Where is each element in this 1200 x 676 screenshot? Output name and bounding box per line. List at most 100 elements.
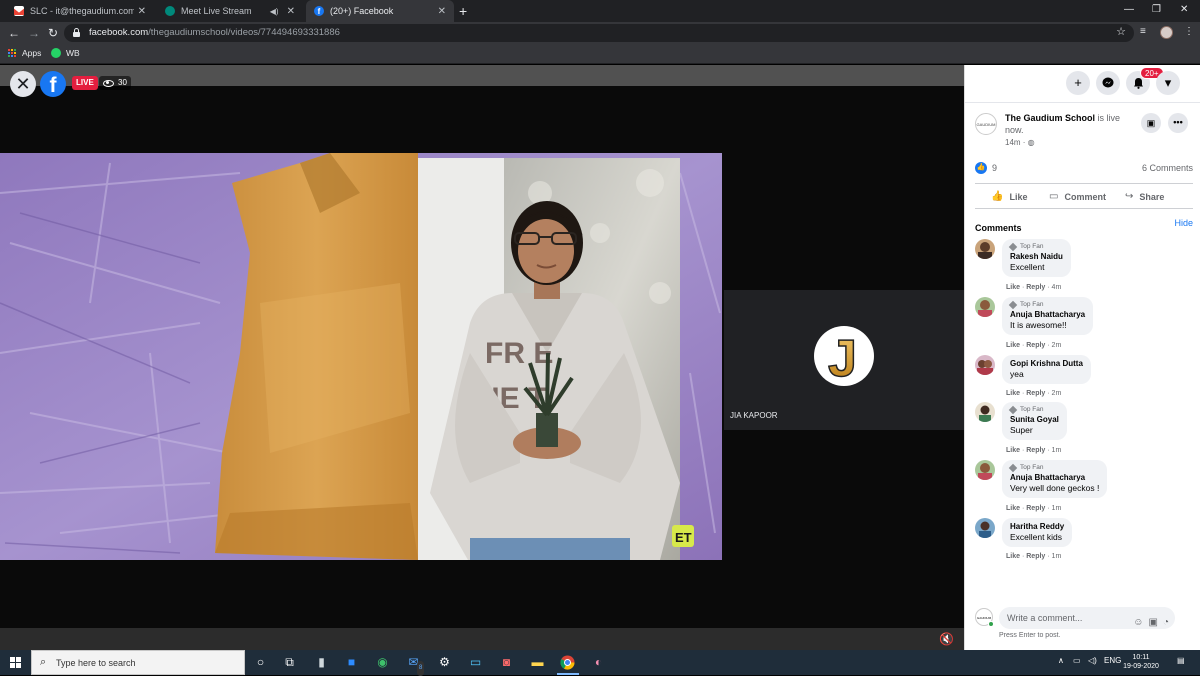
comment-author[interactable]: Anuja Bhattacharya — [1010, 473, 1099, 482]
usb-device-icon[interactable]: ▮ — [314, 655, 329, 670]
bookmark-apps[interactable]: Apps — [8, 48, 41, 58]
back-icon[interactable]: ← — [8, 25, 20, 41]
window-close-icon[interactable]: ✕ — [1180, 4, 1188, 15]
comment-time[interactable]: 2m — [1052, 390, 1062, 397]
comment-time[interactable]: 4m — [1052, 284, 1062, 291]
show-hidden-icons[interactable]: ∧ — [1058, 656, 1064, 665]
tab-close-icon[interactable]: ✕ — [138, 6, 146, 17]
comment-time[interactable]: 1m — [1052, 447, 1062, 454]
restore-icon[interactable]: ❐ — [1152, 4, 1161, 15]
screen-app-icon[interactable]: ▭ — [468, 655, 483, 670]
account-menu-icon[interactable]: ▾ — [1156, 71, 1180, 95]
gif-icon[interactable]: ▣ — [1149, 617, 1158, 628]
comment-author[interactable]: Gopi Krishna Dutta — [1010, 359, 1083, 368]
profile-avatar[interactable] — [1160, 26, 1173, 39]
new-tab-button[interactable]: + — [459, 3, 467, 19]
facebook-logo-icon[interactable]: f — [40, 71, 66, 97]
minimize-icon[interactable]: — — [1124, 4, 1134, 15]
commenter-avatar[interactable] — [975, 239, 995, 259]
reload-icon[interactable]: ↻ — [48, 25, 58, 41]
volume-muted-icon[interactable]: 🔇 — [939, 632, 954, 646]
taskbar-search-box[interactable]: ⌕ Type here to search — [31, 650, 245, 675]
commenter-avatar[interactable] — [975, 518, 995, 538]
close-video-button[interactable]: ✕ — [10, 71, 36, 97]
address-bar[interactable]: facebook.com/thegaudiumschool/videos/774… — [64, 24, 1134, 42]
top-fan-badge: Top Fan — [1008, 300, 1085, 309]
like-count[interactable]: 9 — [992, 163, 997, 173]
zoom-icon[interactable]: ■ — [344, 655, 359, 670]
comment-reply-link[interactable]: Reply — [1026, 553, 1045, 560]
bookmark-wb[interactable]: WB — [51, 48, 80, 58]
edge-browser-icon[interactable]: ◉ — [375, 655, 390, 670]
commenter-avatar[interactable] — [975, 402, 995, 422]
network-icon[interactable]: ▭ — [1073, 656, 1081, 665]
page-name-link[interactable]: The Gaudium School — [1005, 113, 1095, 123]
file-explorer-icon[interactable]: ▬ — [530, 655, 545, 670]
chrome-menu-icon[interactable]: ⋮ — [1184, 26, 1194, 37]
messenger-icon[interactable] — [1096, 71, 1120, 95]
hide-comments-link[interactable]: Hide — [1174, 218, 1193, 228]
url-path: /thegaudiumschool/videos/774494693331886 — [148, 27, 340, 38]
comment-like-link[interactable]: Like — [1006, 284, 1020, 291]
tab-close-icon[interactable]: ✕ — [287, 6, 295, 17]
comment-reply-link[interactable]: Reply — [1026, 284, 1045, 291]
settings-gear-icon[interactable]: ⚙ — [437, 655, 452, 670]
action-center-icon[interactable]: ▤ — [1177, 656, 1185, 665]
tab-close-icon[interactable]: ✕ — [438, 6, 446, 17]
comment-reply-link[interactable]: Reply — [1026, 505, 1045, 512]
comment-reply-link[interactable]: Reply — [1026, 447, 1045, 454]
page-avatar[interactable]: GAUDIUM — [975, 113, 997, 135]
comment-time[interactable]: 1m — [1052, 553, 1062, 560]
chrome-icon[interactable] — [560, 655, 575, 670]
comment-like-link[interactable]: Like — [1006, 447, 1020, 454]
commenter-avatar[interactable] — [975, 355, 995, 375]
write-comment-placeholder: Write a comment... — [1007, 613, 1083, 623]
save-post-button[interactable]: ▣ — [1141, 113, 1161, 133]
live-video-player[interactable]: ✕ f LIVE 30 FR E HE T ET J JIA KAPOOR 🔇 — [0, 65, 964, 650]
bookmark-star-icon[interactable]: ☆ — [1116, 25, 1126, 38]
share-button[interactable]: ↪ Share — [1125, 191, 1164, 202]
forward-icon[interactable]: → — [28, 25, 40, 41]
stream-frame: FR E HE T ET — [0, 153, 722, 560]
thumbs-up-icon: 👍 — [991, 191, 1004, 202]
like-reaction-icon[interactable]: 👍 — [975, 162, 987, 174]
tab-facebook[interactable]: f (20+) Facebook ✕ — [306, 0, 454, 22]
remote-app-icon[interactable]: ◐ — [591, 655, 606, 670]
cortana-icon[interactable]: ○ — [253, 655, 268, 670]
taskbar-clock[interactable]: 10:11 19-09-2020 — [1123, 653, 1159, 671]
post-time-text[interactable]: 14m · — [1005, 138, 1028, 147]
commenter-avatar[interactable] — [975, 297, 995, 317]
online-status-dot — [988, 621, 994, 627]
like-button[interactable]: 👍 Like — [991, 191, 1027, 202]
comment-like-link[interactable]: Like — [1006, 553, 1020, 560]
more-options-icon[interactable]: ••• — [1168, 113, 1188, 133]
commenter-avatar[interactable] — [975, 460, 995, 480]
comment-like-link[interactable]: Like — [1006, 505, 1020, 512]
language-indicator[interactable]: ENG — [1104, 656, 1121, 665]
create-button[interactable]: + — [1066, 71, 1090, 95]
reading-list-icon[interactable]: ≡ — [1140, 26, 1146, 37]
write-comment-input[interactable]: Write a comment... ☺ ▣ ◔ — [999, 607, 1175, 629]
comment-author[interactable]: Rakesh Naidu — [1010, 252, 1063, 261]
windows-start-icon[interactable] — [10, 657, 21, 668]
screen-recorder-icon[interactable]: ◙ — [499, 655, 514, 670]
comment-time[interactable]: 2m — [1052, 342, 1062, 349]
task-view-icon[interactable]: ⧉ — [282, 655, 297, 670]
sticker-icon[interactable]: ◔ — [1163, 617, 1169, 628]
speaker-icon[interactable]: ◀) — [270, 7, 279, 16]
comment-author[interactable]: Sunita Goyal — [1010, 415, 1059, 424]
comment-like-link[interactable]: Like — [1006, 342, 1020, 349]
tab-meet-live-stream[interactable]: Meet Live Stream ◀) ✕ — [157, 0, 303, 22]
volume-icon[interactable]: ◁) — [1088, 656, 1097, 665]
comment-reply-link[interactable]: Reply — [1026, 390, 1045, 397]
comment-author[interactable]: Anuja Bhattacharya — [1010, 310, 1085, 319]
emoji-icon[interactable]: ☺ — [1133, 617, 1143, 628]
comment-reply-link[interactable]: Reply — [1026, 342, 1045, 349]
comment-count[interactable]: 6 Comments — [1142, 163, 1193, 173]
comment-like-link[interactable]: Like — [1006, 390, 1020, 397]
mail-icon[interactable]: ✉ 8 — [406, 655, 425, 676]
comment-button[interactable]: ▭ Comment — [1049, 191, 1106, 202]
tab-gmail[interactable]: SLC - it@thegaudium.com - Gau ✕ — [6, 0, 154, 22]
comment-author[interactable]: Haritha Reddy — [1010, 522, 1064, 531]
comment-time[interactable]: 1m — [1052, 505, 1062, 512]
